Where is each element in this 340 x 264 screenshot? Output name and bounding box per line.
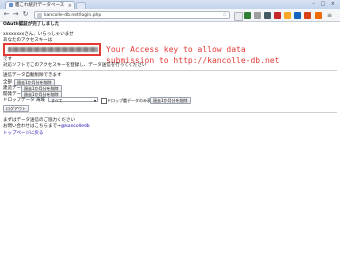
divider-2 (3, 112, 337, 113)
drop-label: ドロップデータ 海域 (3, 98, 45, 103)
footer-line-2: お問い合わせはこちらまで→@kancolledb (3, 124, 90, 129)
address-bar[interactable]: kancolle-db.net/login.php (34, 11, 230, 19)
page-icon (37, 13, 42, 18)
access-key-value-redacted (8, 47, 98, 52)
extension-yellow-icon[interactable] (284, 12, 291, 19)
extension-orange-icon[interactable] (304, 12, 311, 19)
chevron-down-icon: ▾ (93, 98, 96, 103)
extension-red-icon[interactable] (274, 12, 281, 19)
contact-link[interactable]: @kancolledb (61, 124, 90, 129)
top-page-link[interactable]: トップページに戻る (3, 131, 43, 136)
address-bar-url: kancolle-db.net/login.php (44, 13, 102, 18)
favicon-icon (9, 2, 13, 7)
desu-text: です (3, 57, 12, 62)
greeting-text: xxxxxxxxさん、いらっしゃいませ (3, 32, 74, 37)
back-icon[interactable]: ← (3, 11, 10, 18)
extension-dark-icon[interactable] (264, 12, 271, 19)
tab-title: 艦これ統計データベース (15, 3, 65, 8)
divider (3, 70, 337, 71)
delete-drop-button[interactable]: 過去1か月分を削除 (150, 97, 191, 104)
extension-icon[interactable] (234, 12, 243, 21)
area-select[interactable]: すべて ▾ (48, 97, 98, 103)
row-label-all: 全部 (3, 80, 12, 85)
annotation-line-1: Your Access key to allow data (106, 45, 246, 54)
extension-gray-icon[interactable] (254, 12, 261, 19)
access-key-highlight (3, 43, 101, 56)
forward-icon[interactable]: → (12, 11, 19, 18)
extension-blue-icon[interactable] (294, 12, 301, 19)
window-controls[interactable]: – □ × (312, 1, 337, 7)
area-select-value: すべて (51, 98, 63, 103)
drop-only-label: ドロップ艦データのみ表示 (107, 98, 155, 103)
page-heading: OAuth認証が完了しました (3, 22, 60, 27)
menu-icon[interactable]: ≡ (327, 12, 333, 19)
logout-button[interactable]: ログアウト (3, 105, 29, 112)
footer-contact-text: お問い合わせはこちらまで→ (3, 124, 61, 129)
bookmark-star-icon[interactable]: ☆ (222, 11, 227, 19)
tool-note: 対応ソフトでこのアクセスキーを登録し、データ送信を行ってください (3, 63, 147, 68)
reload-icon[interactable]: ↻ (22, 11, 29, 18)
extension-green-icon[interactable] (244, 12, 251, 19)
auto-delete-label: 送信データ自動削除できます (3, 73, 62, 78)
extension-orange2-icon[interactable] (315, 12, 322, 19)
footer-line-1: まずはデータ送信のご協力ください (3, 118, 75, 123)
